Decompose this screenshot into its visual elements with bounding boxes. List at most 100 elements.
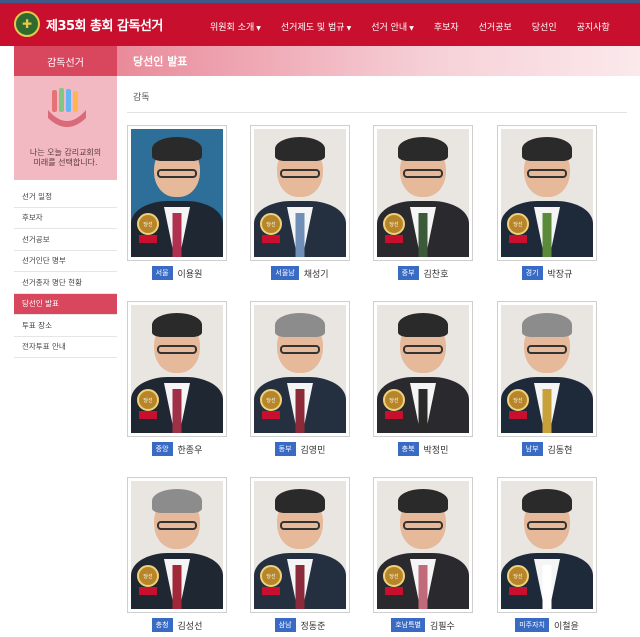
winner-name: 김성선 bbox=[177, 621, 203, 632]
sidebar-item-bulletin[interactable]: 선거공보 bbox=[14, 229, 117, 251]
medal-text: 당선 bbox=[507, 389, 529, 411]
winner-card[interactable]: 당선중부 김찬호 bbox=[373, 125, 473, 280]
elected-medal-icon: 당선 bbox=[137, 389, 161, 419]
chevron-down-icon: ▼ bbox=[346, 25, 352, 32]
elected-medal-icon: 당선 bbox=[383, 389, 407, 419]
winner-name: 정동준 bbox=[300, 621, 326, 632]
nav-winners[interactable]: 당선인 bbox=[532, 20, 557, 33]
winner-photo: 당선 bbox=[497, 301, 597, 437]
region-badge: 동부 bbox=[274, 442, 296, 456]
winner-card[interactable]: 당선중앙 한종우 bbox=[127, 301, 227, 456]
region-badge: 중앙 bbox=[151, 442, 173, 456]
medal-text: 당선 bbox=[507, 565, 529, 587]
winner-photo: 당선 bbox=[250, 477, 350, 613]
winner-photo: 당선 bbox=[373, 125, 473, 261]
winner-card[interactable]: 당선미주자치 이철윤 bbox=[497, 477, 597, 632]
top-navbar: ✚ 제35회 총회 감독선거 위원회 소개 ▼ 선거제도 및 법규 ▼ 선거 안내 ▼… bbox=[0, 0, 640, 46]
medal-text: 당선 bbox=[260, 213, 282, 235]
elected-medal-icon: 당선 bbox=[383, 213, 407, 243]
winner-card[interactable]: 당선충북 박정민 bbox=[373, 301, 473, 456]
nav-bulletin[interactable]: 선거공보 bbox=[479, 20, 512, 33]
region-badge: 충청 bbox=[151, 618, 173, 632]
sidebar-item-candidates[interactable]: 후보자 bbox=[14, 208, 117, 229]
winner-name: 박정민 bbox=[423, 445, 449, 456]
nav-label: 당선인 bbox=[531, 23, 557, 33]
winner-card[interactable]: 당선충청 김성선 bbox=[127, 477, 227, 632]
nav-label: 선거 안내 bbox=[371, 23, 408, 33]
winner-photo: 당선 bbox=[250, 301, 350, 437]
sidebar-item-e-voting[interactable]: 전자투표 안내 bbox=[14, 337, 117, 358]
winner-name: 채성기 bbox=[303, 269, 329, 280]
medal-text: 당선 bbox=[137, 389, 159, 411]
region-badge: 남부 bbox=[521, 442, 543, 456]
elected-medal-icon: 당선 bbox=[507, 565, 531, 595]
region-badge: 충북 bbox=[397, 442, 419, 456]
nav-committee[interactable]: 위원회 소개 ▼ bbox=[210, 20, 261, 33]
winner-label: 중부 김찬호 bbox=[373, 265, 473, 281]
winner-card[interactable]: 당선서울남 채성기 bbox=[250, 125, 350, 280]
elected-medal-icon: 당선 bbox=[260, 389, 284, 419]
chevron-down-icon: ▼ bbox=[409, 25, 414, 32]
winner-card[interactable]: 당선서울 이용원 bbox=[127, 125, 227, 280]
winner-card[interactable]: 당선동부 김영민 bbox=[250, 301, 350, 456]
sidebar-item-schedule[interactable]: 선거 일정 bbox=[14, 186, 117, 208]
winner-name: 김영민 bbox=[300, 445, 326, 456]
nav-election-guide[interactable]: 선거 안내 ▼ bbox=[371, 20, 414, 33]
elected-medal-icon: 당선 bbox=[507, 389, 531, 419]
medal-text: 당선 bbox=[260, 389, 282, 411]
region-badge: 호남특별 bbox=[391, 618, 425, 632]
winner-label: 서울남 채성기 bbox=[250, 265, 350, 281]
region-badge: 서울 bbox=[151, 266, 173, 280]
banner-line: 나는 오늘 감리교회의 bbox=[29, 148, 102, 157]
chevron-down-icon: ▼ bbox=[256, 25, 261, 32]
medal-text: 당선 bbox=[383, 565, 405, 587]
region-badge: 미주자치 bbox=[515, 618, 549, 632]
winner-photo: 당선 bbox=[250, 125, 350, 261]
winner-photo: 당선 bbox=[373, 301, 473, 437]
winner-card[interactable]: 당선삼남 정동준 bbox=[250, 477, 350, 632]
winner-label: 삼남 정동준 bbox=[250, 617, 350, 633]
sidebar-item-winners[interactable]: 당선인 발표 bbox=[14, 293, 117, 315]
sidebar-item-status[interactable]: 선거종자 명단 현황 bbox=[14, 272, 117, 294]
winner-label: 중앙 한종우 bbox=[127, 441, 227, 457]
elected-medal-icon: 당선 bbox=[260, 213, 284, 243]
raised-hands-icon bbox=[48, 88, 86, 127]
region-badge: 삼남 bbox=[274, 618, 296, 632]
winner-label: 충청 김성선 bbox=[127, 617, 227, 633]
winner-label: 경기 박장규 bbox=[497, 265, 597, 281]
sidebar-title: 감독선거 bbox=[14, 46, 117, 76]
winner-photo: 당선 bbox=[127, 477, 227, 613]
winner-photo: 당선 bbox=[497, 125, 597, 261]
banner-line: 미래를 선택합니다. bbox=[33, 158, 98, 167]
winner-photo: 당선 bbox=[127, 125, 227, 261]
page-title: 당선인 발표 bbox=[117, 46, 640, 76]
winner-card[interactable]: 당선호남특별 김필수 bbox=[373, 477, 473, 632]
sidebar-banner: 나는 오늘 감리교회의 미래를 선택합니다. bbox=[14, 76, 117, 180]
medal-text: 당선 bbox=[383, 213, 405, 235]
nav-label: 후보자 bbox=[433, 23, 459, 33]
winner-name: 한종우 bbox=[177, 445, 203, 456]
banner-slogan: 나는 오늘 감리교회의 미래를 선택합니다. bbox=[14, 148, 117, 168]
winner-card[interactable]: 당선남부 김동현 bbox=[497, 301, 597, 456]
nav-notices[interactable]: 공지사항 bbox=[577, 20, 610, 33]
winner-name: 이철윤 bbox=[553, 621, 579, 632]
elected-medal-icon: 당선 bbox=[137, 565, 161, 595]
site-logo[interactable]: ✚ 제35회 총회 감독선거 bbox=[14, 11, 163, 37]
winner-label: 호남특별 김필수 bbox=[373, 617, 473, 633]
nav-candidates[interactable]: 후보자 bbox=[434, 20, 459, 33]
elected-medal-icon: 당선 bbox=[507, 213, 531, 243]
winner-label: 남부 김동현 bbox=[497, 441, 597, 457]
region-badge: 중부 bbox=[397, 266, 419, 280]
nav-election-rules[interactable]: 선거제도 및 법규 ▼ bbox=[281, 20, 351, 33]
winner-name: 박장규 bbox=[547, 269, 573, 280]
elected-medal-icon: 당선 bbox=[137, 213, 161, 243]
breadcrumb: 감독 bbox=[133, 93, 150, 103]
winner-label: 충북 박정민 bbox=[373, 441, 473, 457]
nav-label: 위원회 소개 bbox=[210, 23, 255, 33]
winner-name: 이용원 bbox=[177, 269, 203, 280]
sidebar-item-polling-place[interactable]: 투표 장소 bbox=[14, 315, 117, 337]
winner-card[interactable]: 당선경기 박장규 bbox=[497, 125, 597, 280]
medal-text: 당선 bbox=[507, 213, 529, 235]
sidebar-item-electors[interactable]: 선거인단 명부 bbox=[14, 251, 117, 272]
winner-name: 김동현 bbox=[547, 445, 573, 456]
